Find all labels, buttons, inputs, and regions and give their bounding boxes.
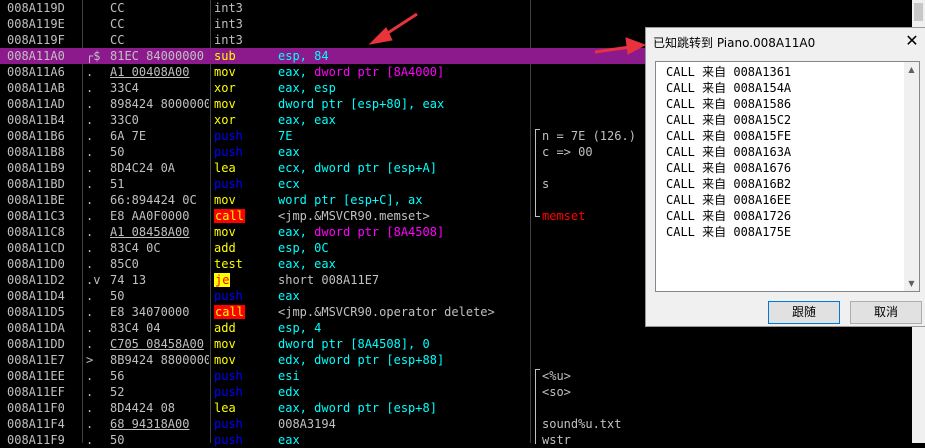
scroll-up-icon[interactable]: ▲ bbox=[904, 62, 919, 77]
list-scrollbar[interactable]: ▲ ▼ bbox=[904, 62, 919, 291]
cancel-button[interactable]: 取消 bbox=[850, 301, 922, 324]
close-icon[interactable]: ✕ bbox=[901, 30, 923, 52]
scroll-down-icon[interactable]: ▼ bbox=[904, 276, 919, 291]
follow-button[interactable]: 跟随 bbox=[768, 301, 840, 324]
reference-list[interactable]: CALL 来自 008A1361 CALL 来自 008A154A CALL 来自 … bbox=[655, 61, 920, 292]
list-item[interactable]: CALL 来自 008A1586 bbox=[666, 96, 791, 112]
list-item[interactable]: CALL 来自 008A15FE bbox=[666, 128, 791, 144]
jumps-dialog: 已知跳转到 Piano.008A11A0 ✕ CALL 来自 008A1361 C… bbox=[645, 27, 925, 327]
list-item[interactable]: CALL 来自 008A154A bbox=[666, 80, 791, 96]
list-item[interactable]: CALL 来自 008A16EE bbox=[666, 192, 791, 208]
dialog-title: 已知跳转到 Piano.008A11A0 bbox=[653, 36, 816, 50]
list-item[interactable]: CALL 来自 008A175E bbox=[666, 224, 791, 240]
list-item[interactable]: CALL 来自 008A15C2 bbox=[666, 112, 791, 128]
list-item[interactable]: CALL 来自 008A1726 bbox=[666, 208, 791, 224]
list-item[interactable]: CALL 来自 008A16B2 bbox=[666, 176, 791, 192]
list-item[interactable]: CALL 来自 008A163A bbox=[666, 144, 791, 160]
list-item[interactable]: CALL 来自 008A1676 bbox=[666, 160, 791, 176]
annotation-arrow-right bbox=[594, 37, 647, 55]
list-item[interactable]: CALL 来自 008A1361 bbox=[666, 64, 791, 80]
annotation-arrow-top bbox=[368, 12, 418, 45]
